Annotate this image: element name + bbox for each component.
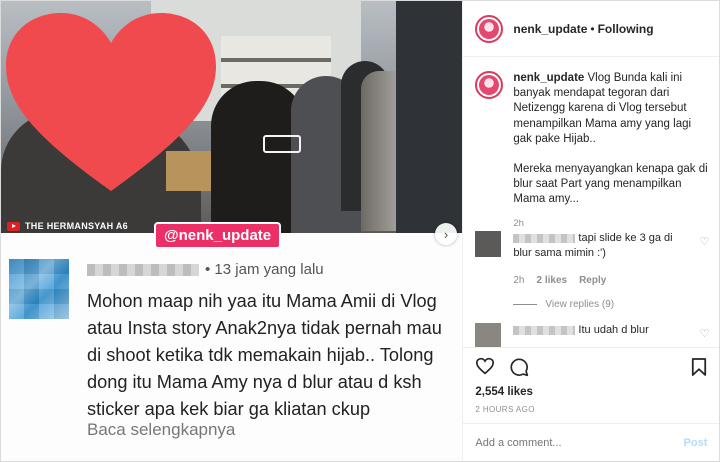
comment-item: Itu udah d blur ♡ — [475, 323, 711, 347]
like-comment-icon[interactable]: ♡ — [699, 327, 709, 340]
chevron-right-icon: › — [443, 226, 449, 242]
caption-text-2: Mereka menyayangkan kenapa gak di blur s… — [513, 163, 708, 206]
blurred-commenter-name — [513, 233, 576, 243]
post-media[interactable]: THE HERMANSYAH A6 @nenk_update › • 13 ja… — [1, 1, 463, 461]
separator-dot: • — [590, 21, 595, 36]
post-caption: nenk_update Vlog Bunda kali ini banyak m… — [475, 71, 711, 229]
add-comment-bar: Post — [463, 423, 720, 461]
comment-text: Itu udah d blur — [578, 324, 649, 336]
caption-avatar[interactable] — [475, 71, 504, 99]
caption-age: 2h — [513, 217, 524, 229]
instagram-post-window: THE HERMANSYAH A6 @nenk_update › • 13 ja… — [0, 0, 720, 462]
like-count[interactable]: 2,554 likes — [463, 386, 719, 398]
blurred-username — [87, 264, 199, 276]
channel-credit-text: THE HERMANSYAH A6 — [25, 221, 128, 231]
like-comment-icon[interactable]: ♡ — [699, 235, 709, 248]
watermark-label: @nenk_update — [154, 222, 282, 249]
divider — [513, 304, 538, 305]
reply-button[interactable]: Reply — [579, 275, 606, 286]
caption-username[interactable]: nenk_update — [513, 72, 584, 84]
comments-scroll-area[interactable]: nenk_update Vlog Bunda kali ini banyak m… — [463, 57, 719, 347]
comment-age: 2h — [513, 275, 525, 286]
comment-icon[interactable] — [509, 357, 529, 377]
comment-likes[interactable]: 2 likes — [536, 275, 567, 286]
like-icon[interactable] — [475, 357, 495, 375]
bookmark-icon[interactable] — [691, 357, 707, 377]
blurred-avatar — [9, 259, 69, 319]
post-header: nenk_update • Following — [463, 1, 719, 57]
view-replies-link[interactable]: View replies (9) — [513, 299, 711, 310]
blurred-commenter-name — [513, 325, 576, 335]
comment-input[interactable] — [475, 436, 684, 449]
post-actions: 2,554 likes 2 HOURS AGO — [463, 347, 720, 414]
comment-item: tapi slide ke 3 ga di blur sama mimin :'… — [475, 231, 711, 310]
next-slide-button[interactable]: › — [435, 223, 457, 245]
post-timestamp: 2 HOURS AGO — [475, 405, 535, 414]
read-more-link: Baca selengkapnya — [87, 420, 236, 439]
commenter-avatar[interactable] — [475, 231, 502, 257]
channel-credit: THE HERMANSYAH A6 — [7, 221, 128, 231]
view-replies-text: View replies (9) — [545, 299, 615, 310]
header-username[interactable]: nenk_update — [513, 22, 587, 36]
comment-body: Mohon maap nih yaa itu Mama Amii di Vlog… — [87, 291, 442, 419]
post-button[interactable]: Post — [684, 437, 708, 449]
youtube-icon — [7, 221, 20, 231]
heart-sticker — [6, 13, 216, 191]
commenter-avatar[interactable] — [475, 323, 502, 347]
screenshot-comment-card: • 13 jam yang lalu Mohon maap nih yaa it… — [1, 233, 463, 461]
profile-avatar[interactable] — [475, 14, 504, 43]
comment-timestamp: • 13 jam yang lalu — [205, 261, 324, 278]
following-button[interactable]: Following — [598, 22, 654, 36]
post-sidebar: nenk_update • Following nenk_update Vlog… — [462, 1, 720, 461]
